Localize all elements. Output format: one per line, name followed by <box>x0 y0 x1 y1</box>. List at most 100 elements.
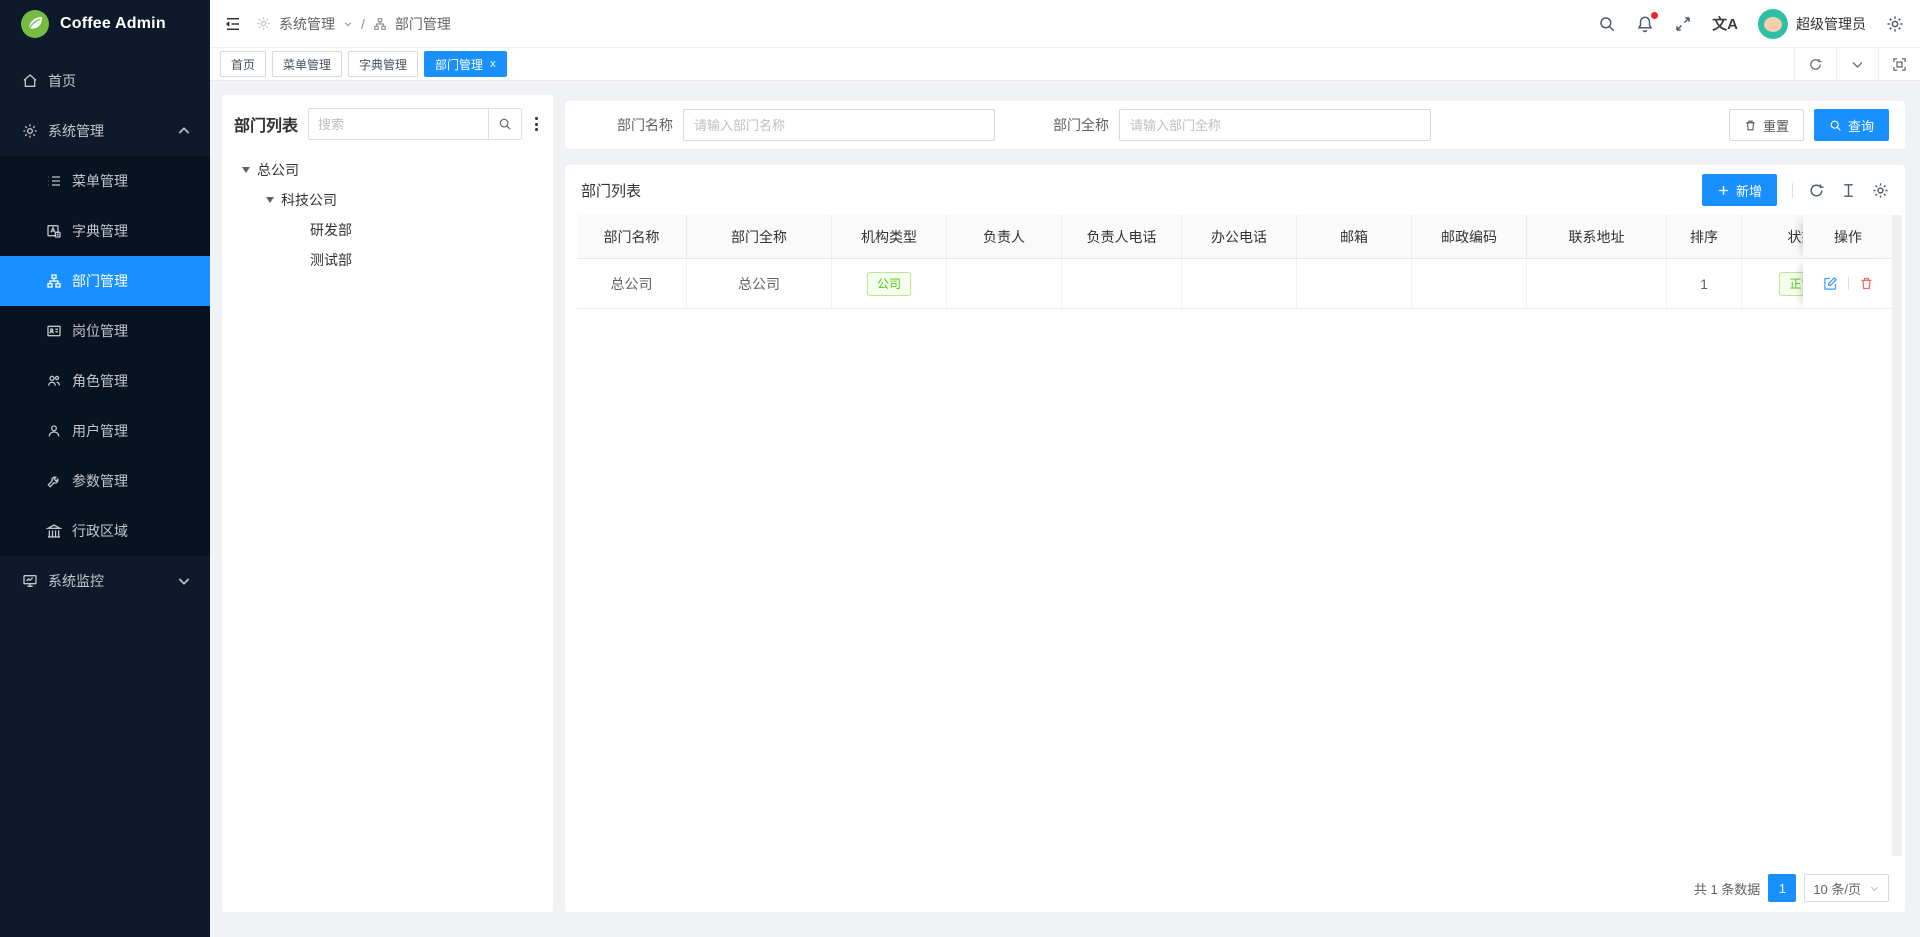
monitor-icon <box>22 573 38 589</box>
column-header: 排序 <box>1667 215 1742 259</box>
delete-row-button[interactable] <box>1859 276 1874 291</box>
column-header: 邮箱 <box>1297 215 1412 259</box>
sidebar-item-home[interactable]: 首页 <box>0 56 210 106</box>
sidebar-item-menu-management[interactable]: 菜单管理 <box>0 156 210 206</box>
page-content: 部门列表 总公司 科技公司 研发 <box>210 81 1920 937</box>
user-menu[interactable]: 超级管理员 <box>1758 9 1866 39</box>
gear-icon <box>22 123 38 139</box>
breadcrumb-item[interactable]: 系统管理 <box>279 14 335 34</box>
add-button[interactable]: 新增 <box>1702 174 1777 206</box>
tree-node-label: 总公司 <box>257 160 299 180</box>
filter-actions: 重置 查询 <box>1729 109 1889 141</box>
org-tree-icon <box>373 17 387 31</box>
sidebar-item-label: 部门管理 <box>72 271 128 291</box>
tree-node-label: 研发部 <box>310 220 352 240</box>
top-header: 系统管理 / 部门管理 文A 超级管理员 <box>210 0 1920 48</box>
tab-dictionary-management[interactable]: 字典管理 <box>348 51 418 77</box>
page-size-select[interactable]: 10 条/页 <box>1804 874 1889 902</box>
sidebar-item-administrative-region[interactable]: 行政区域 <box>0 506 210 556</box>
sidebar-item-label: 字典管理 <box>72 221 128 241</box>
department-name-input[interactable] <box>683 109 995 141</box>
reset-button[interactable]: 重置 <box>1729 109 1804 141</box>
sidebar: Coffee Admin 首页 系统管理 菜单管理 字典管理 部门管理 <box>0 0 210 937</box>
language-switch-button[interactable]: 文A <box>1712 13 1738 34</box>
sidebar-item-system-management[interactable]: 系统管理 <box>0 106 210 156</box>
brand-name: Coffee Admin <box>60 15 166 33</box>
cell-office-phone <box>1182 259 1297 309</box>
table-toolbar: 新增 <box>1702 174 1889 206</box>
content-fullscreen-button[interactable] <box>1878 48 1920 80</box>
query-button[interactable]: 查询 <box>1814 109 1889 141</box>
tree-more-button[interactable] <box>532 117 541 131</box>
caret-down-icon[interactable] <box>266 197 274 203</box>
sidebar-item-user-management[interactable]: 用户管理 <box>0 406 210 456</box>
filter-label: 部门名称 <box>617 115 673 135</box>
tree-node-rd-department[interactable]: 研发部 <box>234 215 541 245</box>
tree-node-head-office[interactable]: 总公司 <box>234 155 541 185</box>
sidebar-item-role-management[interactable]: 角色管理 <box>0 356 210 406</box>
maximize-icon <box>1892 57 1907 72</box>
list-icon <box>46 173 62 189</box>
row-height-button[interactable] <box>1840 182 1857 199</box>
page-size-value: 10 条/页 <box>1813 879 1861 898</box>
page-number-button[interactable]: 1 <box>1768 874 1796 902</box>
search-button[interactable] <box>1598 15 1616 33</box>
table-row[interactable]: 总公司 总公司 公司 1 正常 <box>577 259 1893 309</box>
header-actions: 文A 超级管理员 <box>1598 9 1904 39</box>
column-header: 邮政编码 <box>1412 215 1527 259</box>
table-scroll-area[interactable]: 部门名称 部门全称 机构类型 负责人 负责人电话 办公电话 邮箱 邮政编码 联系… <box>577 215 1893 864</box>
filter-department-fullname: 部门全称 <box>1053 109 1431 141</box>
roles-icon <box>46 373 62 389</box>
tree-node-label: 科技公司 <box>281 190 337 210</box>
tree-search-input[interactable] <box>308 108 488 140</box>
table-card-title: 部门列表 <box>581 180 641 201</box>
fullscreen-button[interactable] <box>1674 15 1692 33</box>
edit-row-button[interactable] <box>1823 276 1838 291</box>
column-header: 机构类型 <box>832 215 947 259</box>
tree-search-group <box>308 108 522 140</box>
tab-options-button[interactable] <box>1836 48 1878 80</box>
tree-node-tech-company[interactable]: 科技公司 <box>234 185 541 215</box>
sidebar-menu: 首页 系统管理 菜单管理 字典管理 部门管理 岗位管理 <box>0 48 210 606</box>
add-button-label: 新增 <box>1736 181 1762 200</box>
reset-button-label: 重置 <box>1763 116 1789 135</box>
tab-department-management[interactable]: 部门管理 x <box>424 51 507 77</box>
refresh-tab-button[interactable] <box>1794 48 1836 80</box>
tab-bar-actions <box>1794 48 1920 80</box>
vertical-scrollbar-track[interactable] <box>1892 215 1902 856</box>
department-table: 部门名称 部门全称 机构类型 负责人 负责人电话 办公电话 邮箱 邮政编码 联系… <box>577 215 1893 309</box>
cell-department-fullname: 总公司 <box>687 259 832 309</box>
column-settings-button[interactable] <box>1872 182 1889 199</box>
tree-panel-title: 部门列表 <box>234 112 298 136</box>
chevron-up-icon <box>176 123 192 139</box>
sidebar-item-system-monitor[interactable]: 系统监控 <box>0 556 210 606</box>
sidebar-item-parameter-management[interactable]: 参数管理 <box>0 456 210 506</box>
username: 超级管理员 <box>1796 14 1866 34</box>
tab-close-icon[interactable]: x <box>490 59 496 70</box>
tree-node-test-department[interactable]: 测试部 <box>234 245 541 275</box>
menu-fold-icon <box>224 15 242 33</box>
trash-icon <box>1859 276 1874 291</box>
sidebar-item-department-management[interactable]: 部门管理 <box>0 256 210 306</box>
tree-search-button[interactable] <box>488 108 522 140</box>
translate-icon: 文A <box>1712 13 1738 34</box>
column-header: 办公电话 <box>1182 215 1297 259</box>
tab-menu-management[interactable]: 菜单管理 <box>272 51 342 77</box>
tab-bar: 首页 菜单管理 字典管理 部门管理 x <box>210 48 1920 81</box>
department-fullname-input[interactable] <box>1119 109 1431 141</box>
tab-home[interactable]: 首页 <box>220 51 266 77</box>
caret-down-icon[interactable] <box>242 167 250 173</box>
gear-icon <box>256 16 271 31</box>
leaf-logo-icon <box>20 9 50 39</box>
sidebar-item-dictionary-management[interactable]: 字典管理 <box>0 206 210 256</box>
sidebar-item-post-management[interactable]: 岗位管理 <box>0 306 210 356</box>
wrench-icon <box>46 473 62 489</box>
row-height-icon <box>1840 182 1857 199</box>
sidebar-collapse-button[interactable] <box>224 15 242 33</box>
notifications-button[interactable] <box>1636 15 1654 33</box>
refresh-table-button[interactable] <box>1808 182 1825 199</box>
filter-department-name: 部门名称 <box>617 109 995 141</box>
settings-button[interactable] <box>1886 15 1904 33</box>
pagination-total: 共 1 条数据 <box>1694 879 1760 898</box>
sidebar-item-label: 系统管理 <box>48 121 104 141</box>
